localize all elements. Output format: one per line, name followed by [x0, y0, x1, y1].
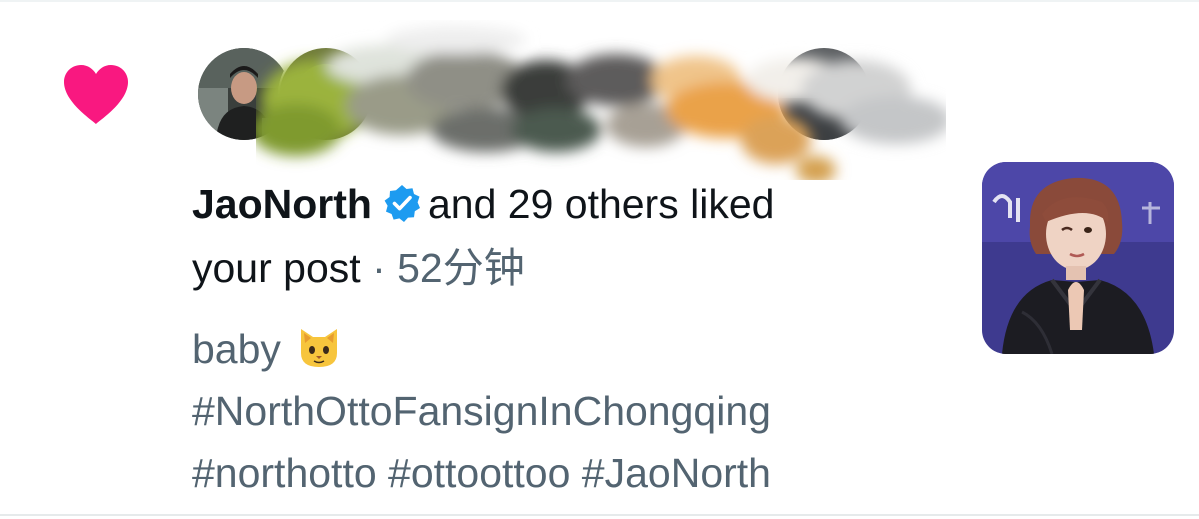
cat-face-emoji-icon — [295, 323, 343, 371]
notification-line-2: your post · 52分钟 — [192, 236, 932, 300]
post-photo-thumbnail[interactable] — [982, 162, 1174, 354]
notification-text: JaoNorth and 29 others liked your post ·… — [192, 172, 932, 300]
notification-line-1: JaoNorth and 29 others liked — [192, 172, 932, 236]
action-text: and 29 others liked — [427, 181, 775, 227]
post-line-2: #NorthOttoFansignInChongqing — [192, 380, 952, 442]
post-text-baby: baby — [192, 326, 281, 372]
separator-dot: · — [372, 245, 386, 291]
post-line-1: baby — [192, 318, 952, 380]
hashtag-line-1[interactable]: #NorthOttoFansignInChongqing — [192, 388, 771, 434]
post-line-3: #northotto #ottoottoo #JaoNorth — [192, 442, 952, 504]
hashtag-line-2[interactable]: #northotto #ottoottoo #JaoNorth — [192, 450, 771, 496]
action-text-cont: your post — [192, 245, 361, 291]
liker-avatars — [196, 26, 951, 184]
timestamp[interactable]: 52分钟 — [397, 245, 525, 291]
heart-icon — [62, 64, 130, 126]
bottom-divider — [0, 514, 1199, 516]
avatar-liker-2[interactable] — [278, 46, 374, 142]
verified-badge-icon — [382, 177, 422, 222]
like-notification[interactable]: JaoNorth and 29 others liked your post ·… — [0, 0, 1199, 514]
post-preview[interactable]: baby #NorthOttoFansignInChongqing #north… — [192, 318, 952, 504]
actor-username[interactable]: JaoNorth — [192, 181, 372, 227]
avatar-liker-3[interactable] — [776, 46, 872, 142]
